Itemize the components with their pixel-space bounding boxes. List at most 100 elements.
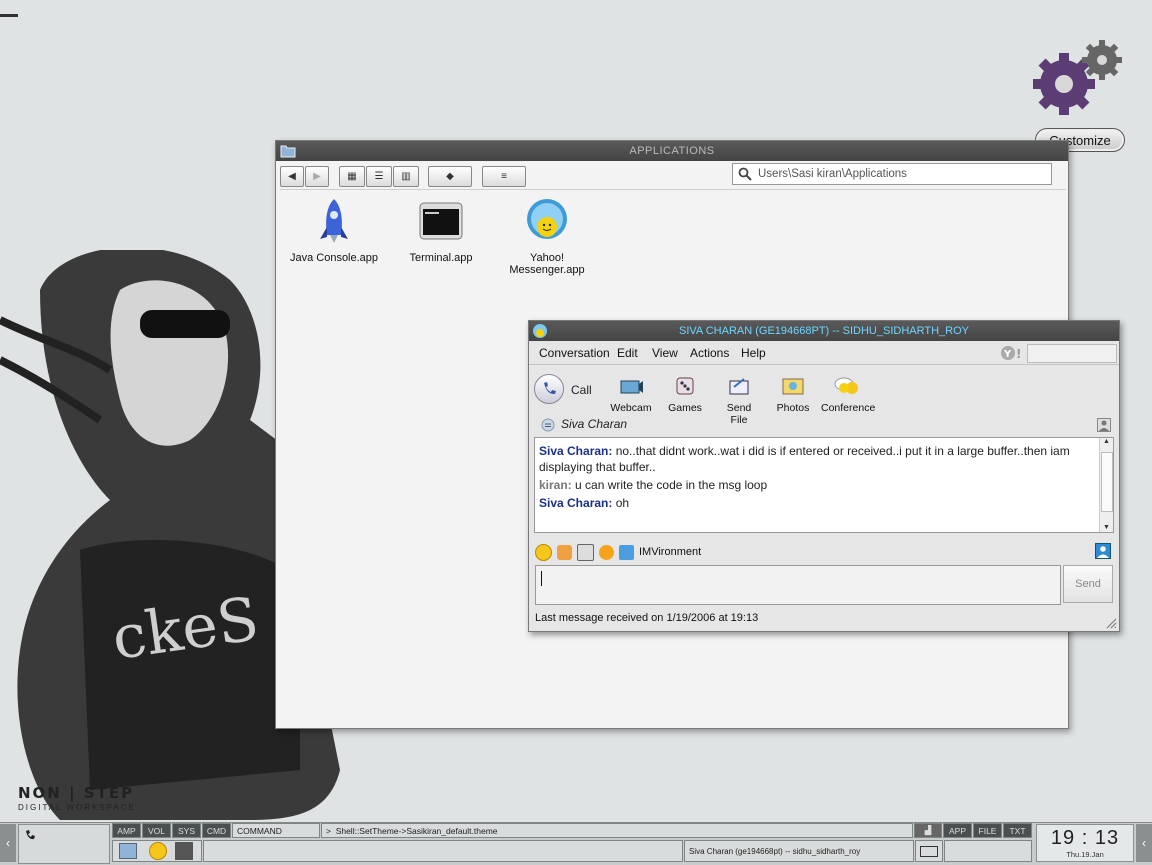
messenger-window: SIVA CHARAN (GE194668PT) -- SIDHU_SIDHAR…: [528, 320, 1120, 632]
command-input[interactable]: > Shell::SetTheme->Sasikiran_default.the…: [321, 823, 913, 838]
menu-actions[interactable]: Actions: [690, 346, 729, 360]
folder-icon: [280, 145, 296, 158]
action-button[interactable]: ◆: [428, 166, 472, 187]
arrange-button[interactable]: ≡: [482, 166, 526, 187]
send-file-icon: [729, 378, 749, 395]
message-sender: Siva Charan:: [539, 496, 613, 510]
task-area: [203, 840, 683, 862]
tool-label: Conference: [821, 402, 876, 414]
list-view-button[interactable]: ☰: [366, 166, 392, 187]
messenger-launch-icon[interactable]: [175, 842, 193, 860]
file-yahoo-messenger[interactable]: Yahoo! Messenger.app: [492, 197, 602, 276]
send-file-button[interactable]: Send File: [717, 375, 761, 426]
contact-card-icon[interactable]: [1097, 418, 1111, 432]
clock[interactable]: 19 : 13 Thu.19.Jan: [1036, 824, 1134, 862]
messenger-toolbar: Call Webcam Games Send File Photos Confe…: [529, 367, 1119, 426]
path-field[interactable]: Users\Sasi kiran\Applications: [732, 163, 1052, 185]
message-text: u can write the code in the msg loop: [575, 478, 768, 492]
file-label: Terminal.app: [409, 252, 473, 264]
text-format-icon[interactable]: [577, 543, 594, 561]
resize-grip-icon[interactable]: [1105, 617, 1117, 629]
dice-icon: [676, 377, 694, 395]
file-terminal[interactable]: Terminal.app: [386, 197, 496, 264]
back-button[interactable]: ◀: [280, 166, 304, 187]
message-sender: kiran:: [539, 478, 572, 492]
imvironment-label[interactable]: IMVironment: [639, 546, 701, 558]
window-toggle[interactable]: [915, 840, 943, 862]
nudge-icon[interactable]: [599, 544, 614, 560]
task-label: Siva Charan (ge194668pt) -- sidhu_sidhar…: [689, 846, 861, 856]
terminal-icon: [419, 202, 463, 240]
search-icon: [738, 167, 752, 181]
menu-help[interactable]: Help: [741, 346, 766, 360]
yahoo-smiley-launch-icon[interactable]: [149, 842, 167, 860]
message-input[interactable]: [535, 565, 1061, 605]
webcam-icon: [620, 380, 643, 394]
prompt-icon: >: [326, 825, 336, 836]
menu-conversation[interactable]: Conversation: [539, 346, 610, 360]
clock-time: 19 : 13: [1050, 827, 1120, 849]
tool-label: Games: [668, 402, 702, 414]
text-cursor: [541, 571, 542, 586]
games-button[interactable]: Games: [663, 375, 707, 414]
tab-txt[interactable]: TXT: [1003, 823, 1032, 838]
diamond-icon: ◆: [446, 171, 454, 182]
window-title: APPLICATIONS: [629, 145, 715, 157]
folder-launch-icon[interactable]: [119, 843, 137, 859]
menu-edit[interactable]: Edit: [617, 346, 638, 360]
contact-info-icon[interactable]: [1095, 543, 1111, 559]
columns-icon: ▥: [401, 171, 411, 182]
applications-titlebar[interactable]: APPLICATIONS: [276, 141, 1068, 161]
message-line: Siva Charan: no..that didnt work..wat i …: [539, 443, 1087, 475]
audibles-icon[interactable]: [557, 544, 572, 560]
call-label: Call: [571, 383, 592, 397]
message-line: kiran: u can write the code in the msg l…: [539, 477, 1087, 493]
messenger-titlebar[interactable]: SIVA CHARAN (GE194668PT) -- SIDHU_SIDHAR…: [529, 321, 1119, 341]
message-text: oh: [615, 496, 630, 510]
chat-history[interactable]: Siva Charan: no..that didnt work..wat i …: [534, 437, 1114, 533]
tab-app[interactable]: APP: [943, 823, 972, 838]
taskbar-right-arrow[interactable]: ‹: [1136, 824, 1152, 862]
scroll-up-icon[interactable]: ▲: [1100, 438, 1113, 445]
tab-amp[interactable]: AMP: [112, 823, 141, 838]
tray-area: [944, 840, 1032, 862]
chat-scrollbar[interactable]: ▲ ▼: [1099, 438, 1113, 532]
task-messenger[interactable]: Siva Charan (ge194668pt) -- sidhu_sidhar…: [684, 840, 914, 862]
conference-icon: [834, 377, 858, 394]
conference-button[interactable]: Conference: [821, 375, 875, 414]
menu-bar: Conversation Edit View Actions Help Y !: [529, 343, 1119, 363]
scroll-thumb[interactable]: [1101, 452, 1113, 512]
search-box[interactable]: [1027, 344, 1117, 363]
arrange-icon: ≡: [501, 171, 507, 182]
tab-vol[interactable]: VOL: [142, 823, 171, 838]
file-java-console[interactable]: Java Console.app: [279, 197, 389, 264]
call-button[interactable]: [534, 374, 564, 404]
tool-label: Photos: [776, 402, 810, 414]
column-view-button[interactable]: ▥: [393, 166, 419, 187]
send-button[interactable]: Send: [1063, 565, 1113, 603]
corner-mark: [0, 14, 18, 17]
quick-launch: [112, 840, 202, 862]
menu-view[interactable]: View: [652, 346, 678, 360]
conversation-title: SIVA CHARAN (GE194668PT) -- SIDHU_SIDHAR…: [679, 325, 969, 337]
menu-divider: [529, 364, 1119, 365]
tab-sys[interactable]: SYS: [172, 823, 201, 838]
signal-indicator[interactable]: ▟: [914, 823, 942, 838]
chevron-left-icon: ‹: [1142, 836, 1146, 850]
status-text: Last message received on 1/19/2006 at 19…: [535, 612, 759, 624]
taskbar-left-arrow[interactable]: ‹: [0, 824, 16, 862]
forward-arrow-icon: ▶: [313, 171, 321, 182]
file-label: Yahoo! Messenger.app: [509, 252, 585, 276]
start-panel[interactable]: [18, 824, 110, 864]
tab-cmd[interactable]: CMD: [202, 823, 231, 838]
tab-file[interactable]: FILE: [973, 823, 1002, 838]
scroll-down-icon[interactable]: ▼: [1100, 524, 1113, 531]
forward-button[interactable]: ▶: [305, 166, 329, 187]
icon-view-button[interactable]: ▦: [339, 166, 365, 187]
photos-button[interactable]: Photos: [771, 375, 815, 414]
imvironment-icon[interactable]: [619, 544, 634, 560]
webcam-button[interactable]: Webcam: [609, 375, 653, 414]
file-label: Java Console.app: [289, 252, 379, 264]
smiley-icon[interactable]: [535, 543, 552, 561]
list-icon: ☰: [374, 171, 384, 182]
